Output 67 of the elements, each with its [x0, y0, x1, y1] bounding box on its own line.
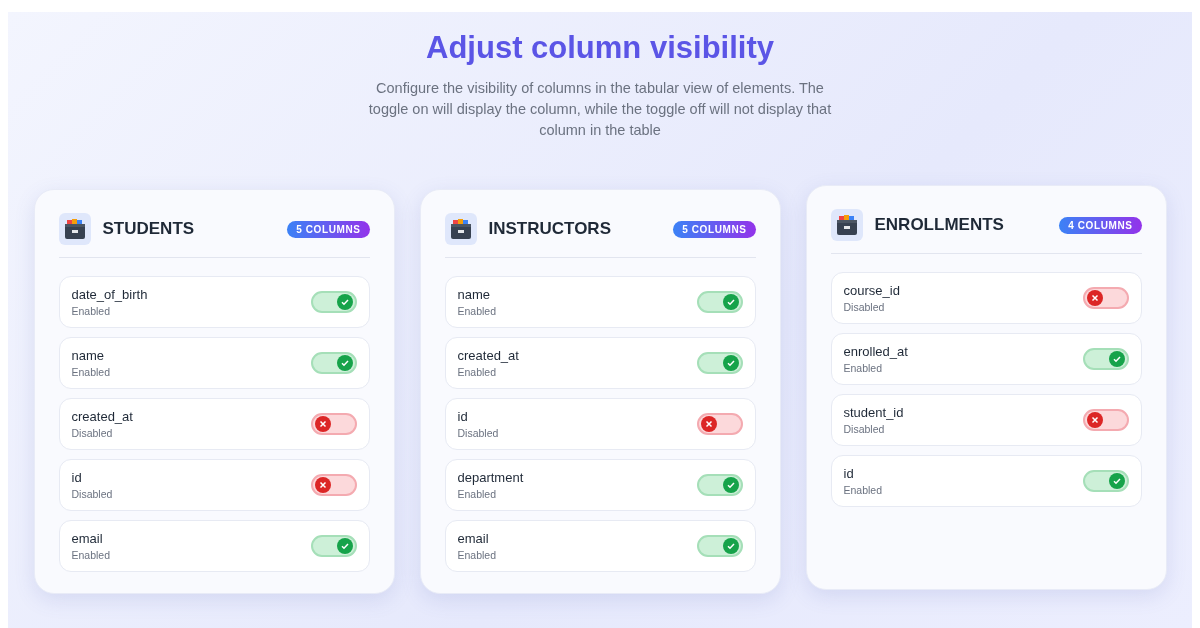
visibility-toggle[interactable] — [310, 474, 357, 496]
check-icon — [336, 538, 353, 554]
visibility-toggle[interactable] — [310, 352, 357, 374]
cross-icon — [1086, 290, 1103, 306]
file-cabinet-icon — [63, 219, 86, 239]
column-name: id — [843, 466, 855, 481]
cross-icon — [1086, 412, 1103, 428]
table-name: STUDENTS — [102, 219, 196, 239]
column-name: created_at — [457, 348, 519, 363]
table-name: ENROLLMENTS — [874, 215, 1005, 235]
column-status: Enabled — [843, 362, 884, 374]
column-name: name — [71, 348, 106, 363]
check-icon — [722, 294, 739, 310]
column-status: Enabled — [457, 305, 497, 317]
visibility-toggle[interactable] — [1082, 470, 1129, 492]
column-name: id — [457, 409, 469, 424]
visibility-toggle[interactable] — [1082, 409, 1129, 431]
column-count-badge: 4 COLUMNS — [1059, 216, 1142, 234]
column-status: Disabled — [71, 427, 114, 439]
column-name: department — [457, 470, 524, 485]
cross-icon — [314, 416, 331, 432]
visibility-toggle[interactable] — [1082, 348, 1129, 370]
visibility-toggle[interactable] — [310, 291, 357, 313]
column-name: enrolled_at — [843, 344, 908, 359]
check-icon — [1108, 473, 1125, 489]
column-status: Enabled — [457, 549, 497, 561]
visibility-toggle[interactable] — [310, 413, 357, 435]
check-icon — [722, 355, 739, 371]
column-status: Disabled — [843, 301, 886, 313]
column-status: Enabled — [843, 484, 883, 496]
column-name: course_id — [843, 283, 900, 298]
check-icon — [336, 355, 353, 371]
column-status: Enabled — [71, 305, 112, 317]
column-name: name — [457, 287, 492, 302]
check-icon — [722, 538, 739, 554]
file-cabinet-icon — [449, 219, 472, 239]
column-name: created_at — [71, 409, 133, 424]
table-name: INSTRUCTORS — [488, 219, 612, 239]
column-name: date_of_birth — [71, 287, 148, 302]
column-status: Disabled — [71, 488, 113, 500]
visibility-toggle[interactable] — [696, 413, 743, 435]
cross-icon — [314, 477, 331, 493]
check-icon — [336, 294, 353, 310]
visibility-toggle[interactable] — [696, 352, 743, 374]
visibility-toggle[interactable] — [696, 535, 743, 557]
page-description: Configure the visibility of columns in the tabular view of elements. The toggle on will display the column, while the toggle off will not display that column in the table — [367, 79, 833, 140]
column-count-badge: 5 COLUMNS — [673, 220, 756, 238]
column-name: email — [71, 531, 104, 546]
cross-icon — [700, 416, 717, 432]
file-cabinet-icon — [835, 215, 858, 235]
column-status: Enabled — [71, 549, 111, 561]
column-name: id — [71, 470, 83, 485]
column-status: Enabled — [71, 366, 111, 378]
column-name: student_id — [843, 405, 904, 420]
column-status: Disabled — [457, 427, 499, 439]
column-name: email — [457, 531, 490, 546]
visibility-toggle[interactable] — [310, 535, 357, 557]
column-status: Enabled — [457, 488, 498, 500]
column-status: Disabled — [843, 423, 886, 435]
visibility-toggle[interactable] — [1082, 287, 1129, 309]
check-icon — [1108, 351, 1125, 367]
column-count-badge: 5 COLUMNS — [287, 220, 370, 238]
column-status: Enabled — [457, 366, 498, 378]
visibility-toggle[interactable] — [696, 474, 743, 496]
check-icon — [722, 477, 739, 493]
visibility-toggle[interactable] — [696, 291, 743, 313]
page-title: Adjust column visibility — [426, 30, 774, 66]
